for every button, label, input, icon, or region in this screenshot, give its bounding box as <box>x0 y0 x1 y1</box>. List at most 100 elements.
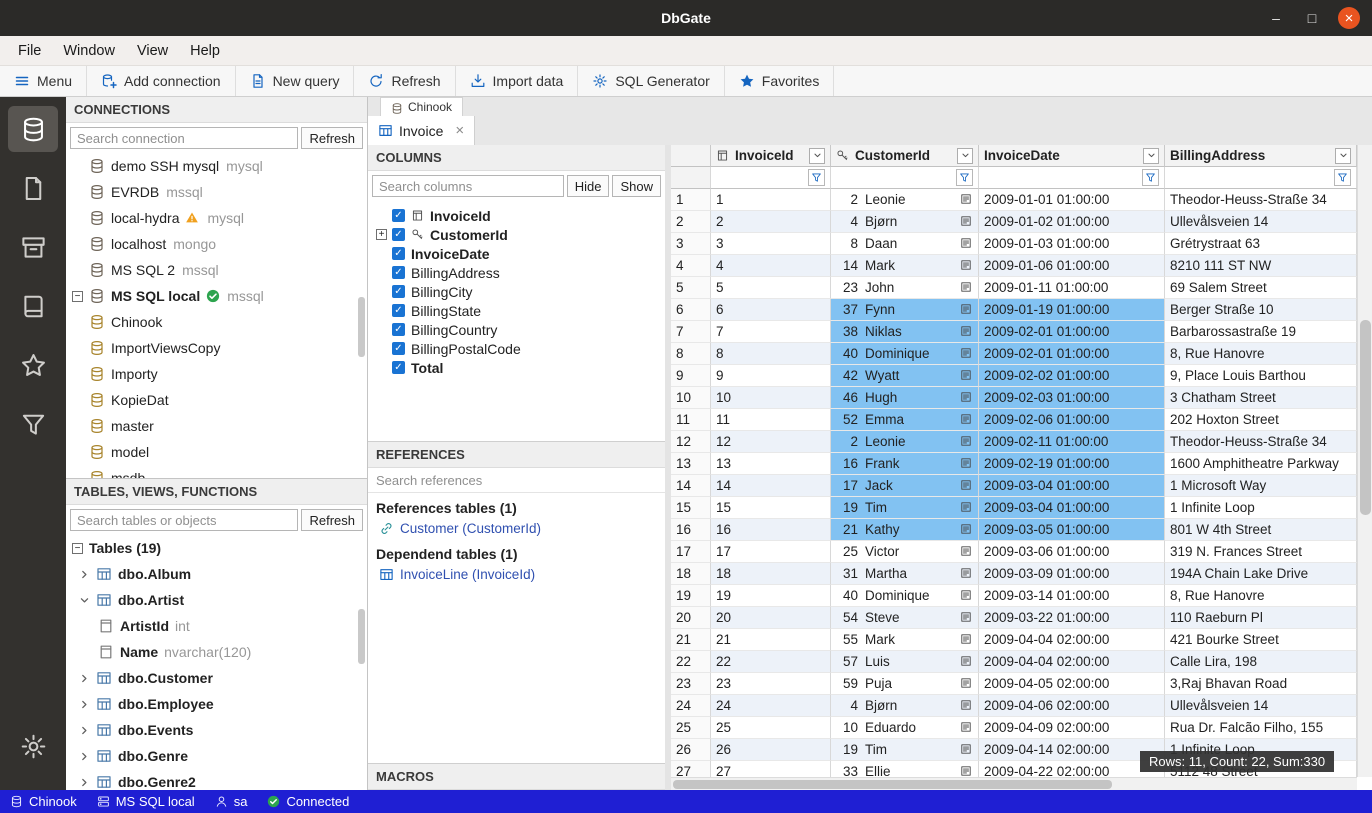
activitybar-book-icon[interactable] <box>8 283 58 329</box>
database-importviewscopy[interactable]: ImportViewsCopy <box>66 335 367 361</box>
menu-view[interactable]: View <box>127 40 178 62</box>
cell-invoicedate[interactable]: 2009-03-04 01:00:00 <box>979 475 1165 497</box>
row-number[interactable]: 25 <box>671 717 711 739</box>
filter-input-billingaddress[interactable] <box>1170 169 1334 187</box>
open-reference-icon[interactable] <box>960 567 973 580</box>
column-toggle-customerid[interactable]: + ✓ CustomerId <box>368 225 665 244</box>
grid-horizontal-scrollbar[interactable] <box>671 777 1357 790</box>
cell-billingaddress[interactable]: Ullevålsveien 14 <box>1165 695 1357 717</box>
open-reference-icon[interactable] <box>960 655 973 668</box>
expand-icon[interactable]: + <box>376 229 387 240</box>
cell-invoiceid[interactable]: 7 <box>711 321 831 343</box>
row-number[interactable]: 9 <box>671 365 711 387</box>
filter-funnel-icon[interactable] <box>1142 169 1159 186</box>
cell-invoicedate[interactable]: 2009-02-02 01:00:00 <box>979 365 1165 387</box>
table-dbo-genre[interactable]: dbo.Genre <box>66 743 367 769</box>
statusbar-sa[interactable]: sa <box>205 790 258 813</box>
cell-invoicedate[interactable]: 2009-01-19 01:00:00 <box>979 299 1165 321</box>
cell-invoicedate[interactable]: 2009-02-11 01:00:00 <box>979 431 1165 453</box>
open-reference-icon[interactable] <box>960 259 973 272</box>
checkbox-checked-icon[interactable]: ✓ <box>392 342 405 355</box>
row-number[interactable]: 7 <box>671 321 711 343</box>
cell-invoicedate[interactable]: 2009-02-03 01:00:00 <box>979 387 1165 409</box>
cell-customerid[interactable]: 52 Emma <box>831 409 979 431</box>
database-chinook[interactable]: Chinook <box>66 309 367 335</box>
cell-invoicedate[interactable]: 2009-03-06 01:00:00 <box>979 541 1165 563</box>
references-search-input[interactable] <box>368 468 665 493</box>
cell-customerid[interactable]: 25 Victor <box>831 541 979 563</box>
cell-invoicedate[interactable]: 2009-03-09 01:00:00 <box>979 563 1165 585</box>
cell-invoiceid[interactable]: 13 <box>711 453 831 475</box>
row-number[interactable]: 21 <box>671 629 711 651</box>
cell-invoicedate[interactable]: 2009-04-04 02:00:00 <box>979 629 1165 651</box>
cell-billingaddress[interactable]: 9, Place Louis Barthou <box>1165 365 1357 387</box>
column-toggle-billingcity[interactable]: ✓ BillingCity <box>368 282 665 301</box>
tab-close-icon[interactable]: × <box>455 122 464 139</box>
columns-search-input[interactable] <box>372 175 564 197</box>
cell-billingaddress[interactable]: 319 N. Frances Street <box>1165 541 1357 563</box>
open-reference-icon[interactable] <box>960 303 973 316</box>
chevron-right-icon[interactable] <box>79 673 94 684</box>
row-number[interactable]: 23 <box>671 673 711 695</box>
cell-billingaddress[interactable]: 194A Chain Lake Drive <box>1165 563 1357 585</box>
row-number[interactable]: 2 <box>671 211 711 233</box>
activitybar-funnel-icon[interactable] <box>8 401 58 447</box>
cell-customerid[interactable]: 40 Dominique <box>831 585 979 607</box>
cell-invoicedate[interactable]: 2009-02-01 01:00:00 <box>979 343 1165 365</box>
cell-invoiceid[interactable]: 25 <box>711 717 831 739</box>
column-menu-button[interactable] <box>809 148 825 164</box>
toolbar-favorites-button[interactable]: Favorites <box>725 66 835 96</box>
cell-invoiceid[interactable]: 17 <box>711 541 831 563</box>
cell-invoiceid[interactable]: 12 <box>711 431 831 453</box>
toolbar-menu-button[interactable]: Menu <box>0 66 87 96</box>
open-reference-icon[interactable] <box>960 545 973 558</box>
cell-billingaddress[interactable]: 202 Hoxton Street <box>1165 409 1357 431</box>
cell-invoicedate[interactable]: 2009-01-01 01:00:00 <box>979 189 1165 211</box>
connections-refresh-button[interactable]: Refresh <box>301 127 363 149</box>
open-reference-icon[interactable] <box>960 237 973 250</box>
database-master[interactable]: master <box>66 413 367 439</box>
cell-billingaddress[interactable]: 8, Rue Hanovre <box>1165 343 1357 365</box>
chevron-down-icon[interactable] <box>79 595 94 606</box>
cell-billingaddress[interactable]: 3 Chatham Street <box>1165 387 1357 409</box>
column-toggle-billingaddress[interactable]: ✓ BillingAddress <box>368 263 665 282</box>
cell-invoiceid[interactable]: 4 <box>711 255 831 277</box>
cell-invoiceid[interactable]: 18 <box>711 563 831 585</box>
connections-scrollbar[interactable] <box>358 297 365 357</box>
cell-invoiceid[interactable]: 1 <box>711 189 831 211</box>
checkbox-checked-icon[interactable]: ✓ <box>392 266 405 279</box>
chevron-right-icon[interactable] <box>79 751 94 762</box>
cell-customerid[interactable]: 14 Mark <box>831 255 979 277</box>
cell-invoicedate[interactable]: 2009-03-05 01:00:00 <box>979 519 1165 541</box>
cell-invoiceid[interactable]: 23 <box>711 673 831 695</box>
cell-customerid[interactable]: 19 Tim <box>831 739 979 761</box>
connection-localhost[interactable]: localhost mongo <box>66 231 367 257</box>
row-number[interactable]: 19 <box>671 585 711 607</box>
cell-invoiceid[interactable]: 3 <box>711 233 831 255</box>
open-reference-icon[interactable] <box>960 215 973 228</box>
cell-billingaddress[interactable]: 8210 111 ST NW <box>1165 255 1357 277</box>
table-dbo-employee[interactable]: dbo.Employee <box>66 691 367 717</box>
row-number[interactable]: 16 <box>671 519 711 541</box>
cell-customerid[interactable]: 21 Kathy <box>831 519 979 541</box>
connection-evrdb[interactable]: EVRDB mssql <box>66 179 367 205</box>
row-number[interactable]: 20 <box>671 607 711 629</box>
open-reference-icon[interactable] <box>960 677 973 690</box>
filter-funnel-icon[interactable] <box>808 169 825 186</box>
row-number[interactable]: 12 <box>671 431 711 453</box>
cell-billingaddress[interactable]: 8, Rue Hanovre <box>1165 585 1357 607</box>
cell-billingaddress[interactable]: 801 W 4th Street <box>1165 519 1357 541</box>
cell-customerid[interactable]: 2 Leonie <box>831 189 979 211</box>
cell-billingaddress[interactable]: Ullevålsveien 14 <box>1165 211 1357 233</box>
tables-search-input[interactable] <box>70 509 298 531</box>
toolbar-sql-generator-button[interactable]: SQL Generator <box>578 66 724 96</box>
cell-invoicedate[interactable]: 2009-01-06 01:00:00 <box>979 255 1165 277</box>
open-reference-icon[interactable] <box>960 391 973 404</box>
menu-help[interactable]: Help <box>180 40 230 62</box>
open-reference-icon[interactable] <box>960 611 973 624</box>
column-toggle-invoiceid[interactable]: ✓ InvoiceId <box>368 206 665 225</box>
cell-customerid[interactable]: 17 Jack <box>831 475 979 497</box>
database-importy[interactable]: Importy <box>66 361 367 387</box>
cell-customerid[interactable]: 54 Steve <box>831 607 979 629</box>
checkbox-checked-icon[interactable]: ✓ <box>392 285 405 298</box>
